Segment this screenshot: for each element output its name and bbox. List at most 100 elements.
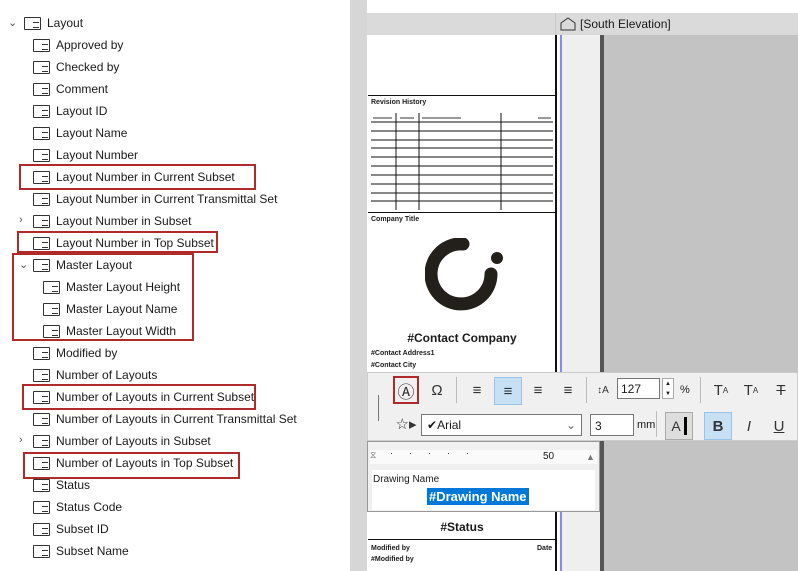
tab-label: [South Elevation] [580,17,671,31]
field-icon [33,104,50,118]
font-value: Arial [437,418,462,432]
field-icon [33,522,50,536]
align-left-button[interactable]: ≡ [464,377,490,403]
favorites-star-icon[interactable]: ☆▸ [394,413,418,435]
tab-south-elevation[interactable]: [South Elevation] [555,13,671,35]
field-icon [33,434,50,448]
field-icon [33,214,50,228]
tree-item[interactable]: Status Code [33,496,122,518]
tree-item[interactable]: Modified by [33,342,117,364]
underline-button[interactable]: U [766,412,792,440]
tree-label: Layout [47,16,84,30]
field-icon [24,16,41,30]
tree-item[interactable]: Layout ID [33,100,107,122]
field-icon [33,544,50,558]
field-icon [33,192,50,206]
contact-company: #Contact Company [407,331,517,345]
tree-item[interactable]: Approved by [33,34,123,56]
tree-item[interactable]: Comment [33,78,108,100]
highlight-box [22,384,256,410]
revision-table [371,113,553,210]
text-format-toolbar: Ⓐ Ω ≡ ≡ ≡ ≡ ↕A 127 ▲ ▼ % TA TA T ☆▸ ✔ Aria… [367,372,798,441]
chevron-right-icon[interactable]: › [19,214,23,226]
company-title: Company Title [371,216,420,223]
tree-label: Subset ID [56,522,109,536]
subscript-button[interactable]: TA [738,377,764,403]
status-field: #Status [368,512,556,540]
modified-by-label: Modified by [371,545,410,552]
indent-marker-icon[interactable]: ⧖ [370,450,376,461]
font-select[interactable]: ✔ Arial ⌄ [421,414,582,436]
tree-item[interactable]: Number of Layouts [33,364,157,386]
chevron-down-icon[interactable]: ⌄ [8,16,17,29]
font-size-input[interactable]: 3 [590,414,634,436]
field-icon [33,126,50,140]
bold-button[interactable]: B [704,412,732,440]
field-icon [33,148,50,162]
field-icon [33,368,50,382]
unit-label: mm [637,419,656,431]
revision-history-block: Revision History [368,95,556,213]
tree-item[interactable]: Checked by [33,56,119,78]
tree-label: Subset Name [56,544,129,558]
tree-label: Status Code [56,500,123,514]
date-label: Date [537,545,553,552]
tree-item[interactable]: Subset ID [33,518,109,540]
tree-label: Approved by [56,38,124,52]
text-rotation-button[interactable]: Ⓐ [393,376,419,404]
canvas-area [604,35,798,571]
contact-address: #Contact Address1 [371,350,435,357]
ruler[interactable]: ⧖ ····· 50 ▲ [370,448,597,464]
tree-item[interactable]: Layout Name [33,122,127,144]
drawing-name-selected-text[interactable]: #Drawing Name [427,488,529,505]
tree-label: Checked by [56,60,120,74]
ruler-mark: 50 [543,451,555,462]
line-spacing-icon: ↕A [597,384,609,396]
tree-label: Comment [56,82,109,96]
tree-label: Layout Number in Current Transmittal Set [56,192,278,206]
field-icon [33,500,50,514]
tree-item[interactable]: Number of Layouts in Subset [33,430,211,452]
tree-label: Number of Layouts in Current Transmittal… [56,412,297,426]
tree-label: Layout Number in Subset [56,214,192,228]
field-icon [33,38,50,52]
highlight-box [12,253,194,341]
tree-item[interactable]: Number of Layouts in Current Transmittal… [33,408,297,430]
tree-label: Layout Number [56,148,139,162]
tree-item[interactable]: Layout Number in Subset [33,210,191,232]
line-spacing-input[interactable]: 127 [617,378,660,399]
right-margin-marker-icon[interactable]: ▲ [586,452,595,462]
text-edit-area[interactable]: Drawing Name #Drawing Name [372,470,595,510]
elevation-icon [560,17,576,31]
align-center-button[interactable]: ≡ [494,377,522,405]
modified-by-value: #Modified by [371,556,414,563]
justify-button[interactable]: ≡ [555,377,581,403]
field-icon [33,412,50,426]
align-right-button[interactable]: ≡ [525,377,551,403]
highlight-box [23,452,240,479]
italic-button[interactable]: I [736,412,762,440]
special-character-button[interactable]: Ω [424,377,450,403]
field-icon [33,82,50,96]
field-icon [33,346,50,360]
tree-item[interactable]: Layout Number in Current Transmittal Set [33,188,277,210]
percent-label: % [680,384,690,396]
tree-item[interactable]: Subset Name [33,540,129,562]
tree-label: Layout Name [56,126,128,140]
field-icon [33,60,50,74]
tree-label: Status [56,478,91,492]
field-icon [33,478,50,492]
tree-label: Number of Layouts in Subset [56,434,211,448]
superscript-button[interactable]: TA [708,377,734,403]
chevron-right-icon[interactable]: › [19,434,23,446]
line-spacing-stepper[interactable]: ▲ ▼ [662,378,674,399]
company-logo [425,238,503,311]
strikethrough-button[interactable]: T [768,377,794,403]
tree-item-layout[interactable]: Layout [24,12,83,34]
contact-city: #Contact City [371,362,417,369]
panel-divider[interactable] [350,0,367,571]
highlight-box [19,164,256,190]
tree-item[interactable]: Layout Number [33,144,138,166]
text-color-button[interactable]: A [665,412,693,440]
text-editor-panel: ⧖ ····· 50 ▲ Drawing Name #Drawing Name [367,441,600,512]
